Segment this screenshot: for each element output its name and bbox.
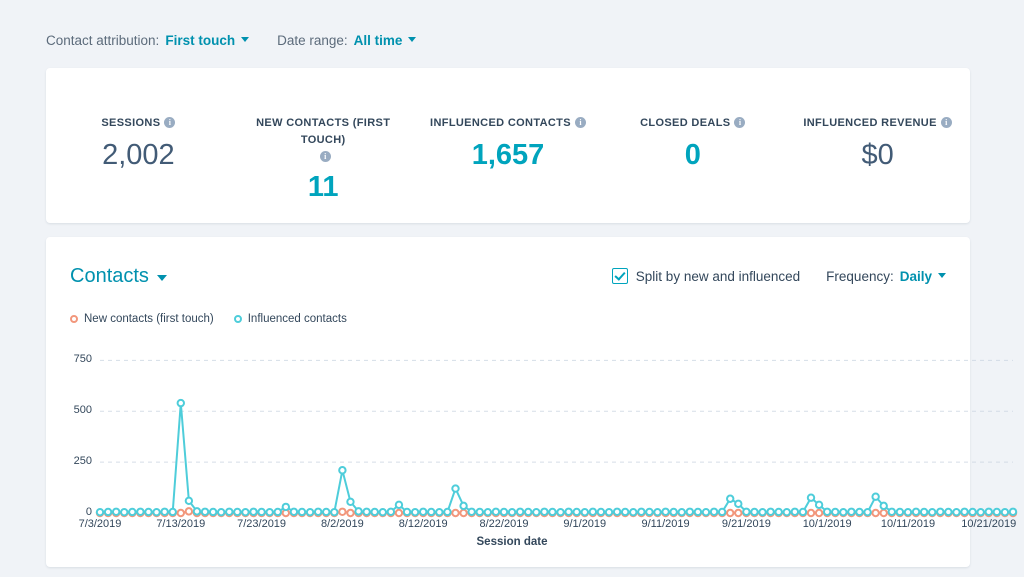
chevron-down-icon[interactable]	[938, 272, 946, 278]
x-axis-title: Session date	[476, 536, 548, 548]
kpi-new-contacts-label: NEW CONTACTS (FIRST TOUCH)	[256, 117, 391, 146]
kpi-new-contacts-label-row: NEW CONTACTS (FIRST TOUCH) i	[239, 114, 408, 163]
chart-title-label: Contacts	[70, 264, 149, 287]
kpi-new-contacts-value: 11	[307, 171, 339, 203]
contact-attribution-label: Contact attribution:	[46, 32, 160, 48]
date-range-filter: Date range: All time	[277, 32, 417, 48]
kpi-influenced-contacts-label: INFLUENCED CONTACTS	[430, 117, 571, 129]
kpi-closed-deals-label-row: CLOSED DEALS i	[608, 114, 777, 131]
x-axis-tick-label: 9/11/2019	[641, 518, 690, 530]
x-axis-tick-label: 9/21/2019	[721, 518, 771, 530]
y-axis-tick-label: 500	[73, 404, 92, 417]
x-axis-tick-label: 9/1/2019	[563, 518, 607, 530]
x-axis-tick-label: 10/11/2019	[880, 518, 936, 530]
filter-bar: Contact attribution: First touch Date ra…	[46, 28, 417, 52]
dashboard-page: Contact attribution: First touch Date ra…	[0, 0, 1024, 577]
filter-spacer	[249, 40, 277, 41]
x-axis-tick-label: 7/23/2019	[237, 518, 287, 530]
x-axis-tick-label: 8/2/2019	[320, 518, 364, 530]
legend-label-new-contacts: New contacts (first touch)	[84, 313, 214, 325]
kpi-influenced-revenue-value: $0	[861, 139, 894, 171]
legend-item-influenced-contacts[interactable]: Influenced contacts	[233, 313, 347, 325]
chart-header-controls: Split by new and influenced Frequency: D…	[611, 268, 946, 284]
chart-metric-selector[interactable]: Contacts	[70, 265, 167, 288]
kpi-influenced-revenue-label-row: INFLUENCED REVENUE i	[793, 114, 962, 131]
contact-attribution-value[interactable]: First touch	[165, 33, 235, 48]
kpi-influenced-contacts-label-row: INFLUENCED CONTACTS i	[424, 114, 593, 131]
kpi-row: SESSIONS i 2,002 NEW CONTACTS (FIRST TOUC…	[46, 68, 970, 223]
x-axis-tick-label: 8/22/2019	[479, 518, 529, 530]
date-range-label: Date range:	[277, 32, 348, 48]
info-icon[interactable]: i	[319, 151, 331, 162]
y-axis-tick-label: 250	[73, 455, 92, 468]
chevron-down-icon[interactable]	[156, 275, 167, 281]
info-icon[interactable]: i	[164, 117, 176, 128]
kpi-influenced-contacts: INFLUENCED CONTACTS i 1,657	[416, 114, 601, 223]
split-by-new-and-influenced-checkbox[interactable]	[611, 268, 628, 284]
kpi-influenced-contacts-value: 1,657	[471, 139, 545, 171]
chart-header: Contacts Split by new and influenced Fre…	[70, 261, 946, 291]
x-axis-tick-label: 8/12/2019	[398, 518, 448, 530]
x-axis-tick-label: 7/3/2019	[78, 518, 122, 530]
legend-marker-icon	[233, 315, 242, 323]
kpi-new-contacts: NEW CONTACTS (FIRST TOUCH) i 11	[231, 114, 416, 223]
y-axis-tick-label: 750	[73, 353, 92, 366]
info-icon[interactable]: i	[574, 117, 586, 128]
kpi-sessions-label: SESSIONS	[101, 117, 161, 129]
x-axis-tick-label: 7/13/2019	[156, 518, 206, 530]
frequency-value[interactable]: Daily	[900, 269, 932, 284]
contact-attribution-filter: Contact attribution: First touch	[46, 32, 250, 48]
frequency-label: Frequency:	[826, 268, 894, 284]
kpi-influenced-revenue-label: INFLUENCED REVENUE	[803, 117, 937, 129]
x-axis-tick-label: 10/1/2019	[802, 518, 852, 530]
x-axis-tick-label: 10/21/2019	[961, 518, 1017, 530]
date-range-value[interactable]: All time	[354, 33, 403, 48]
legend-label-influenced-contacts: Influenced contacts	[247, 313, 347, 325]
split-checkbox-label[interactable]: Split by new and influenced	[636, 269, 800, 284]
kpi-influenced-revenue: INFLUENCED REVENUE i $0	[785, 114, 970, 223]
legend-item-new-contacts[interactable]: New contacts (first touch)	[70, 313, 214, 325]
y-axis-tick-label: 0	[85, 506, 92, 518]
chevron-down-icon[interactable]	[241, 36, 250, 42]
kpi-closed-deals-value: 0	[684, 139, 701, 171]
kpi-card: SESSIONS i 2,002 NEW CONTACTS (FIRST TOUC…	[46, 68, 970, 223]
kpi-closed-deals-label: CLOSED DEALS	[640, 117, 731, 129]
info-icon[interactable]: i	[940, 117, 952, 128]
legend-marker-icon	[70, 315, 78, 323]
chart-legend: New contacts (first touch) Influenced co…	[70, 313, 347, 325]
kpi-sessions-label-row: SESSIONS i	[54, 114, 223, 131]
info-icon[interactable]: i	[734, 117, 746, 128]
kpi-sessions: SESSIONS i 2,002	[46, 114, 231, 223]
kpi-sessions-value: 2,002	[102, 139, 175, 171]
kpi-closed-deals: CLOSED DEALS i 0	[600, 114, 785, 223]
chevron-down-icon[interactable]	[408, 36, 417, 42]
